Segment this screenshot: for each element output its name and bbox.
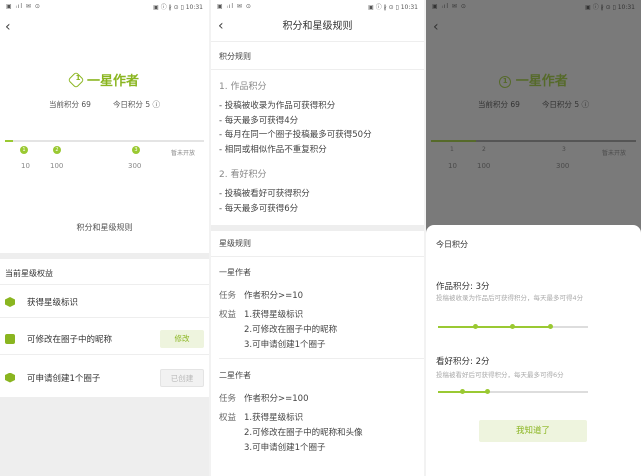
level-node-3: 3 — [562, 146, 566, 153]
tick-label: 300 — [556, 162, 570, 170]
created-button: 已创建 — [160, 368, 204, 387]
level-node-2: 2 — [53, 146, 61, 154]
rules-screen: ▣ ᵢıl ✉ ⊙ ▣ ⓘ ∦ ⊙ ▯ 10:31 积分和星级规则 ‹ 积分规则… — [211, 0, 424, 476]
works-progress-bar — [438, 324, 588, 329]
points-row: 当前积分 69 今日积分 5 ⓘ — [0, 99, 209, 110]
back-icon[interactable]: ‹ — [433, 20, 439, 34]
footer-space — [0, 397, 209, 476]
status-bar: ▣ ᵢıl ✉ ⊙ ▣ ⓘ ∦ ⊙ ▯ 10:31 — [217, 2, 418, 11]
progress-dot — [459, 389, 465, 394]
tick-label: 100 — [477, 162, 491, 170]
benefits-title: 当前星级权益 — [5, 269, 53, 278]
today-points-sheet: 今日积分 作品积分: 3分 投稿被收录为作品后可获得积分，每天最多可得4分 看好… — [426, 225, 641, 476]
level-node-1: 1 — [450, 146, 454, 153]
works-points-title: 1. 作品积分 — [219, 82, 267, 92]
tick-label: 100 — [50, 162, 64, 170]
back-icon[interactable]: ‹ — [218, 19, 224, 33]
progress-dot — [472, 324, 478, 329]
progress-dot — [547, 324, 553, 329]
points-rules-heading: 积分规则 — [219, 52, 251, 61]
level-benefits: 权益 1.获得星级标识 2.可修改在圈子中的昵称 3.可申请创建1个圈子 — [219, 310, 338, 350]
level-badge-icon: 1 — [67, 71, 85, 88]
star-rules-heading: 星级规则 — [219, 239, 251, 248]
not-open-label: 暂未开放 — [171, 150, 196, 157]
rule-line: - 投稿被收录为作品可获得积分 — [219, 101, 336, 111]
level-title: 1 一星作者 — [0, 70, 209, 89]
rules-link[interactable]: 积分和星级规则 — [0, 222, 209, 233]
page-title: 积分和星级规则 — [211, 12, 424, 42]
level-task: 任务 作者积分>=10 — [219, 291, 304, 301]
level-badge-icon: 1 — [499, 76, 512, 88]
benefit-item: 可修改在圈子中的昵称 修改 — [0, 324, 209, 355]
divider — [0, 253, 209, 259]
star-level-screen: ▣ ᵢıl ✉ ⊙ ▣ ⓘ ∦ ⊙ ▯ 10:31 ‹ 1 一星作者 当前积分 … — [0, 0, 209, 476]
benefit-item: 可申请创建1个圈子 已创建 — [0, 362, 209, 393]
works-points-label: 作品积分: 3分 — [436, 282, 490, 292]
level-progress-track — [431, 140, 636, 142]
status-right: ▣ ⓘ ∦ ⊙ ▯ 10:31 — [153, 3, 203, 11]
status-left: ▣ ᵢıl ✉ ⊙ — [6, 2, 41, 10]
good-points-title: 2. 看好积分 — [219, 170, 267, 180]
level-node-2: 2 — [482, 146, 486, 153]
tick-label: 300 — [128, 162, 142, 170]
divider — [0, 284, 209, 285]
edit-nickname-icon — [5, 334, 15, 344]
current-points: 当前积分 69 — [49, 100, 91, 109]
rule-line: - 投稿被看好可获得积分 — [219, 189, 310, 199]
level-progress-fill — [5, 140, 13, 142]
rule-line: - 每月在同一个圈子投稿最多可获得50分 — [219, 130, 372, 140]
today-points-sheet-screen: ▣ ᵢıl ✉ ⊙ ▣ ⓘ ∦ ⊙ ▯ 10:31 ‹ 1 一星作者 当前积分 … — [426, 0, 641, 476]
level-progress-track — [5, 140, 204, 142]
divider — [211, 256, 424, 257]
divider — [219, 358, 424, 359]
status-bar: ▣ ᵢıl ✉ ⊙ ▣ ⓘ ∦ ⊙ ▯ 10:31 — [0, 0, 209, 12]
benefit-item: 获得星级标识 — [0, 287, 209, 318]
badge-icon — [5, 297, 15, 307]
modify-button[interactable]: 修改 — [160, 330, 204, 348]
level-progress-fill — [431, 140, 477, 142]
back-icon[interactable]: ‹ — [5, 20, 11, 34]
not-open-label: 暂未开放 — [602, 150, 627, 157]
level-task: 任务 作者积分>=100 — [219, 394, 309, 404]
sheet-title: 今日积分 — [436, 240, 468, 249]
good-progress-bar — [438, 389, 588, 394]
level-node-3: 3 — [132, 146, 140, 154]
divider — [211, 225, 424, 231]
good-points-label: 看好积分: 2分 — [436, 357, 490, 367]
divider — [211, 69, 424, 70]
rule-line: - 相同或相似作品不重复积分 — [219, 145, 327, 155]
today-points[interactable]: 今日积分 5 ⓘ — [113, 99, 160, 110]
level-title: 1 一星作者 — [426, 70, 641, 89]
ok-button[interactable]: 我知道了 — [479, 420, 587, 442]
rule-line: - 每天最多可获得4分 — [219, 116, 299, 126]
progress-dot — [510, 324, 515, 329]
tick-label: 10 — [448, 162, 457, 170]
rule-line: - 每天最多可获得6分 — [219, 204, 299, 214]
tick-label: 10 — [21, 162, 30, 170]
level-node-1: 1 — [20, 146, 28, 154]
works-progress-fill — [438, 326, 551, 328]
level-name: 二星作者 — [219, 371, 251, 380]
works-points-desc: 投稿被收录为作品后可获得积分，每天最多可得4分 — [436, 294, 584, 302]
level-name: 一星作者 — [219, 268, 251, 277]
add-circle-icon — [5, 372, 15, 383]
good-points-desc: 投稿被看好后可获得积分，每天最多可得6分 — [436, 371, 564, 379]
status-bar: ▣ ᵢıl ✉ ⊙ ▣ ⓘ ∦ ⊙ ▯ 10:31 — [432, 2, 635, 11]
points-row: 当前积分 69 今日积分 5 ⓘ — [478, 100, 589, 109]
level-benefits: 权益 1.获得星级标识 2.可修改在圈子中的昵称和头像 3.可申请创建1个圈子 — [219, 413, 363, 453]
progress-dot — [484, 389, 490, 394]
